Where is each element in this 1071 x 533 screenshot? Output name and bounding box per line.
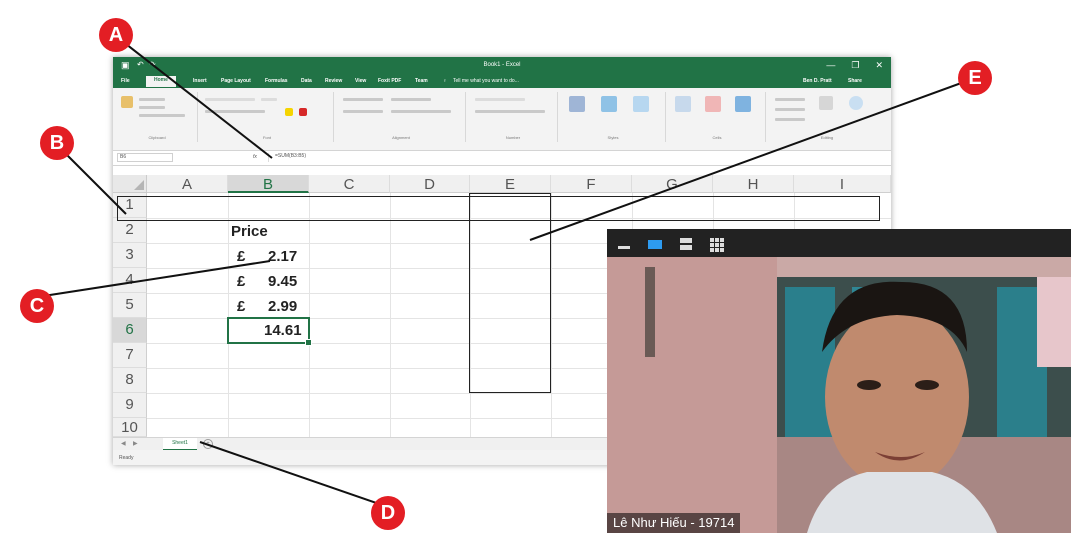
minimize-button[interactable]: —	[826, 60, 835, 71]
cell-b3-value[interactable]: 2.17	[268, 248, 297, 265]
column-header-h[interactable]: H	[713, 175, 794, 193]
cell-b6-total[interactable]: 14.61	[264, 322, 302, 339]
participant-video-feed: Lê Như Hiếu - 19714	[607, 257, 1071, 533]
title-bar: ▣ ↶ ↷ Book1 - Excel — ❐ ✕	[113, 57, 891, 75]
find-select-icon[interactable]	[849, 96, 863, 110]
row-header-2[interactable]: 2	[113, 218, 147, 243]
tab-home[interactable]: Home	[146, 76, 176, 87]
column-header-d[interactable]: D	[390, 175, 470, 193]
group-label-alignment: Alignment	[392, 135, 410, 140]
group-label-cells: Cells	[712, 135, 722, 140]
strip-view-icon[interactable]	[679, 237, 693, 251]
conditional-formatting-icon[interactable]	[569, 96, 585, 112]
callout-e: E	[958, 61, 992, 95]
add-sheet-icon[interactable]: +	[203, 439, 213, 449]
tab-data[interactable]: Data	[301, 78, 312, 84]
group-label-styles: Styles	[607, 135, 619, 140]
status-text: Ready	[119, 455, 134, 461]
cell-b4-currency[interactable]: £	[237, 273, 245, 290]
row-header-7[interactable]: 7	[113, 343, 147, 368]
column-header-g[interactable]: G	[632, 175, 713, 193]
tab-insert[interactable]: Insert	[193, 78, 207, 84]
formula-input[interactable]: =SUM(B3:B5)	[268, 153, 885, 162]
column-e-highlight-box	[469, 193, 551, 393]
cell-b5-currency[interactable]: £	[237, 298, 245, 315]
font-color-icon[interactable]	[299, 108, 307, 116]
format-as-table-icon[interactable]	[601, 96, 617, 112]
alignment-group: Alignment	[337, 92, 466, 142]
row-header-8[interactable]: 8	[113, 368, 147, 393]
column-header-c[interactable]: C	[309, 175, 390, 193]
group-label-font: Font	[262, 135, 271, 140]
insert-cells-icon[interactable]	[675, 96, 691, 112]
tab-file[interactable]: File	[121, 78, 130, 84]
group-label-editing: Editing	[820, 135, 834, 140]
editing-group: Editing	[769, 92, 885, 142]
user-name[interactable]: Ben D. Pratt	[803, 78, 832, 84]
row-header-3[interactable]: 3	[113, 243, 147, 268]
sort-filter-icon[interactable]	[819, 96, 833, 110]
cell-b5-value[interactable]: 2.99	[268, 298, 297, 315]
close-button[interactable]: ✕	[875, 60, 883, 71]
format-cells-icon[interactable]	[735, 96, 751, 112]
clipboard-group: Clipboard	[117, 92, 198, 142]
styles-group: Styles	[561, 92, 666, 142]
column-header-b[interactable]: B	[228, 175, 309, 193]
fill-color-icon[interactable]	[285, 108, 293, 116]
tab-page-layout[interactable]: Page Layout	[221, 78, 251, 84]
column-header-i[interactable]: I	[794, 175, 891, 193]
tab-review[interactable]: Review	[325, 78, 342, 84]
tab-team[interactable]: Team	[415, 78, 428, 84]
cell-b4-value[interactable]: 9.45	[268, 273, 297, 290]
callout-d: D	[371, 496, 405, 530]
share-button[interactable]: Share	[848, 78, 862, 84]
fx-icon[interactable]: fx	[253, 154, 257, 160]
sheet-nav-right-icon[interactable]: ▶	[133, 440, 138, 447]
row-header-4[interactable]: 4	[113, 268, 147, 293]
delete-cells-icon[interactable]	[705, 96, 721, 112]
ribbon-tab-bar: File Home Insert Page Layout Formulas Da…	[113, 75, 891, 88]
video-call-window: Lê Như Hiếu - 19714	[607, 229, 1071, 533]
tell-me-search[interactable]: Tell me what you want to do...	[453, 78, 519, 84]
ribbon: Clipboard Font Alignment Number Styles C…	[113, 88, 891, 151]
column-header-f[interactable]: F	[551, 175, 632, 193]
cell-styles-icon[interactable]	[633, 96, 649, 112]
formula-bar: B6 fx =SUM(B3:B5)	[113, 151, 891, 166]
select-all-corner[interactable]	[113, 175, 147, 193]
maximize-button[interactable]: ❐	[851, 60, 859, 71]
video-toolbar	[607, 229, 1071, 257]
column-header-a[interactable]: A	[147, 175, 228, 193]
callout-b: B	[40, 126, 74, 160]
speaker-view-icon[interactable]	[647, 237, 663, 251]
participant-webcam-image	[607, 257, 1071, 533]
tab-foxit-pdf[interactable]: Foxit PDF	[378, 78, 401, 84]
cell-b2-price-header[interactable]: Price	[231, 223, 268, 240]
row-header-6[interactable]: 6	[113, 318, 147, 343]
lightbulb-icon: ♀	[443, 78, 447, 84]
row-header-5[interactable]: 5	[113, 293, 147, 318]
gallery-view-icon[interactable]	[709, 237, 725, 253]
tab-formulas[interactable]: Formulas	[265, 78, 288, 84]
cell-b3-currency[interactable]: £	[237, 248, 245, 265]
sheet-nav-left-icon[interactable]: ◀	[121, 440, 126, 447]
group-label-clipboard: Clipboard	[148, 135, 166, 140]
participant-name-label: Lê Như Hiếu - 19714	[607, 513, 741, 533]
callout-c: C	[20, 289, 54, 323]
group-label-number: Number	[505, 135, 521, 140]
minimize-video-icon[interactable]	[617, 237, 631, 251]
row-header-9[interactable]: 9	[113, 393, 147, 418]
font-group: Font	[201, 92, 334, 142]
name-box[interactable]: B6	[117, 153, 173, 162]
paste-icon[interactable]	[121, 96, 133, 108]
column-header-e[interactable]: E	[470, 175, 551, 193]
window-title: Book1 - Excel	[483, 62, 521, 68]
tab-view[interactable]: View	[355, 78, 366, 84]
callout-a: A	[99, 18, 133, 52]
cells-group: Cells	[669, 92, 766, 142]
number-group: Number	[469, 92, 558, 142]
row-header-10[interactable]: 10	[113, 418, 147, 437]
